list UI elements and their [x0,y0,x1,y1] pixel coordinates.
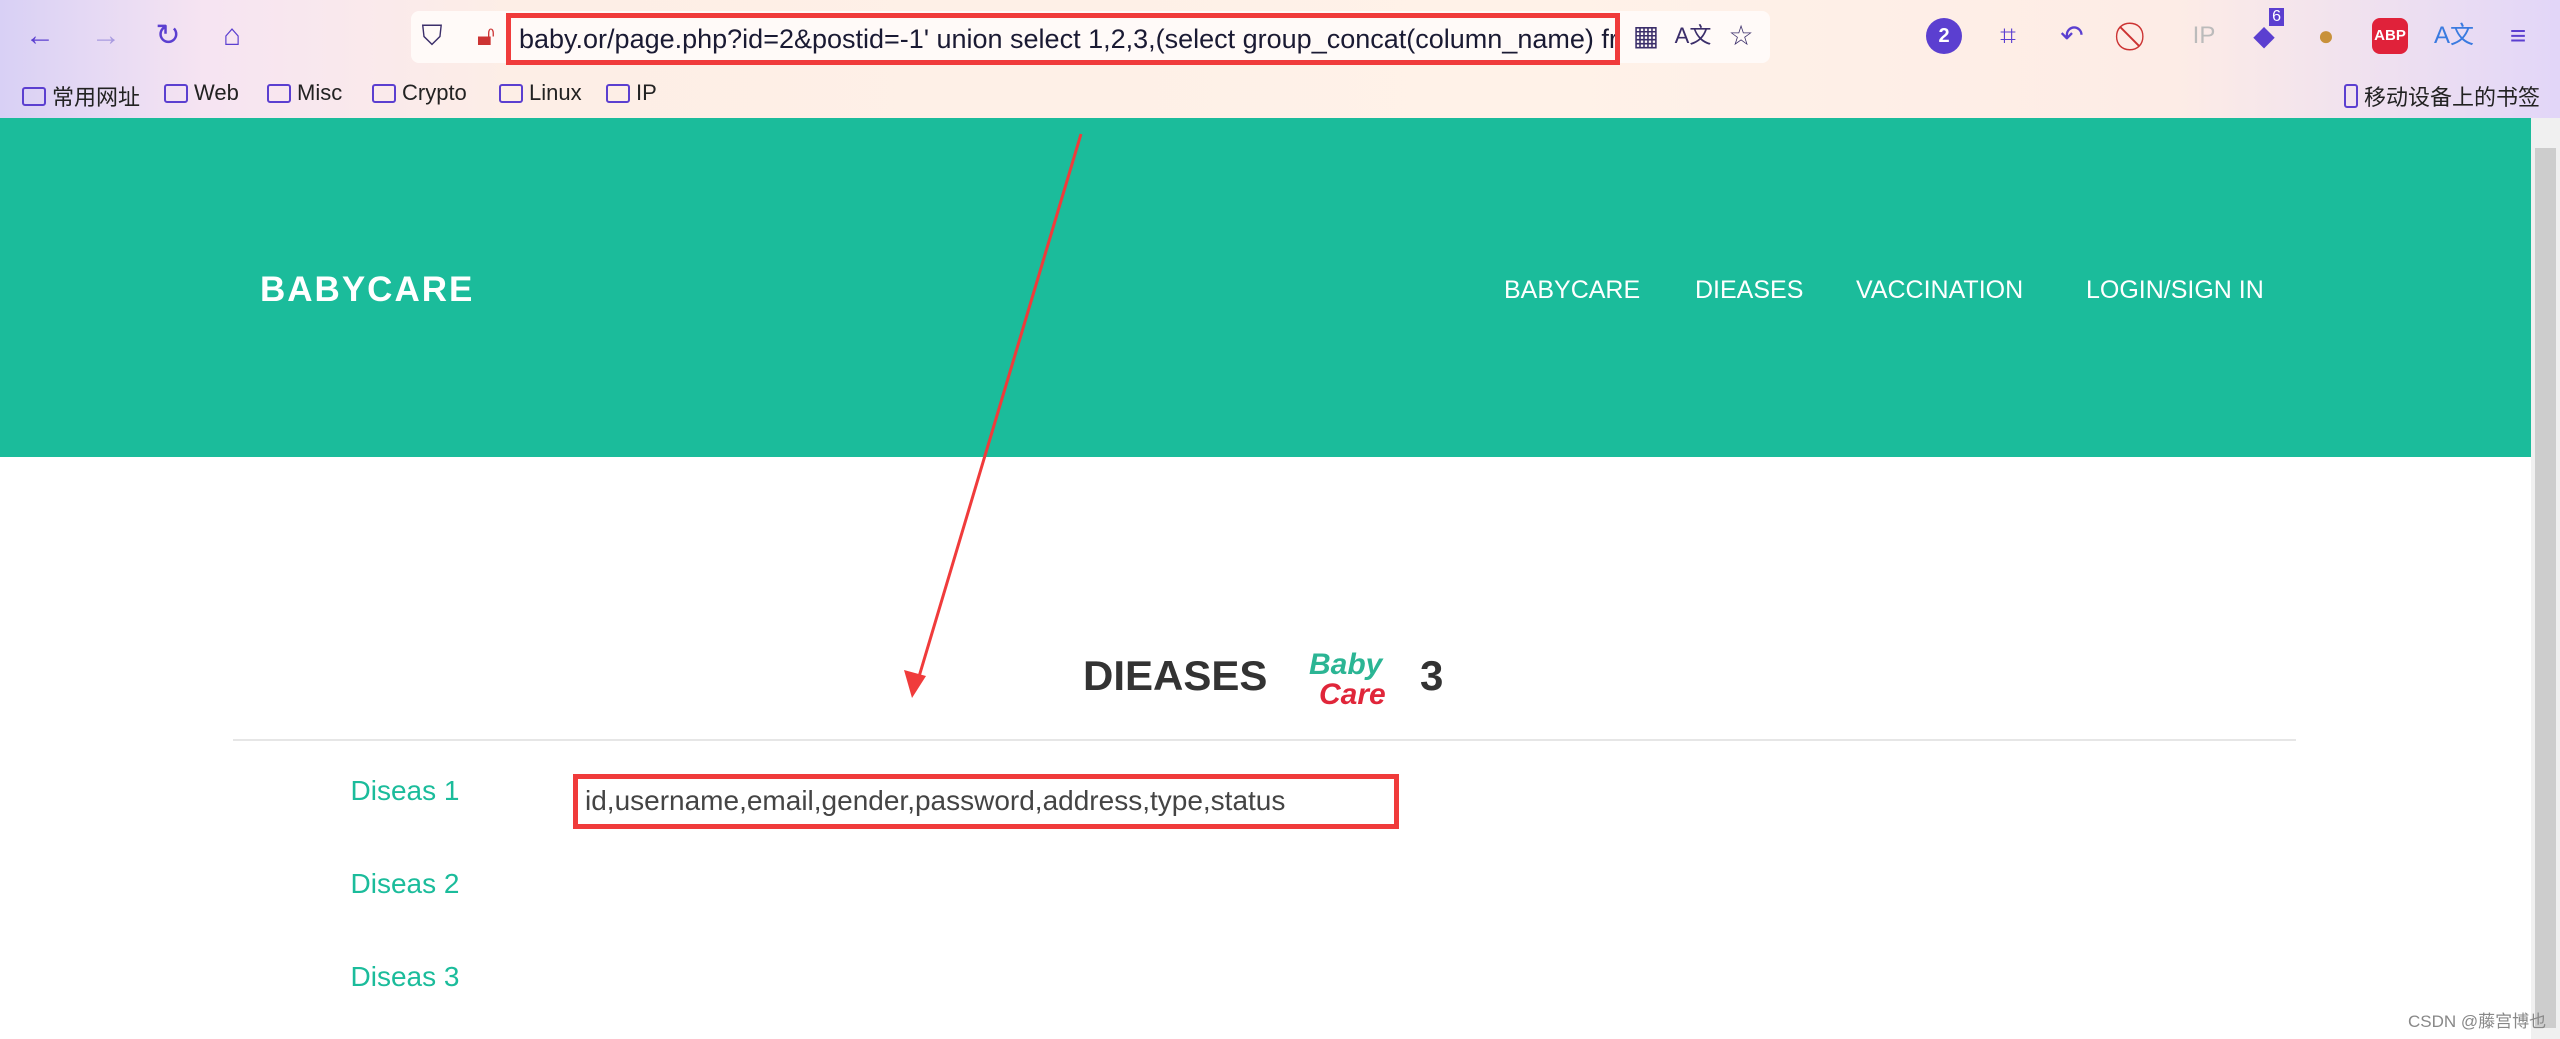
watermark: CSDN @藤宫博也 [2408,1012,2547,1031]
arrow-line [916,133,1083,681]
arrow-head [904,670,926,698]
annotation-arrow [904,133,1083,698]
